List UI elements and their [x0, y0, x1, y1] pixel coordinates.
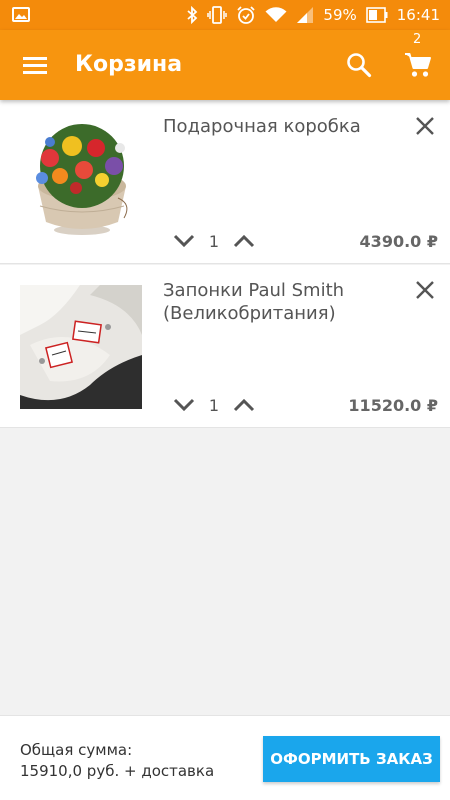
cufflinks-photo: [20, 285, 142, 409]
alarm-icon: [236, 5, 256, 25]
app-bar: Корзина 2: [0, 30, 450, 100]
signal-icon: [296, 7, 314, 23]
quantity-stepper: 1: [172, 395, 256, 415]
decrease-quantity-button[interactable]: [172, 395, 196, 415]
page-title: Корзина: [75, 52, 183, 77]
checkout-button[interactable]: ОФОРМИТЬ ЗАКАЗ: [263, 736, 440, 782]
increase-quantity-button[interactable]: [232, 395, 256, 415]
status-bar: 59% 16:41: [0, 0, 450, 30]
quantity-value: 1: [208, 395, 220, 415]
item-name: Запонки Paul Smith (Великобритания): [163, 280, 345, 324]
search-icon[interactable]: [346, 52, 372, 78]
item-price: 4390.0 ₽: [359, 232, 438, 251]
increase-quantity-button[interactable]: [232, 231, 256, 251]
flower-box-photo: [20, 118, 142, 242]
battery-icon: [365, 7, 388, 23]
bluetooth-icon: [186, 6, 198, 24]
wifi-icon: [265, 7, 287, 23]
decrease-quantity-button[interactable]: [172, 231, 196, 251]
remove-item-icon[interactable]: [414, 115, 436, 137]
total-value: 15910,0 руб. + доставка: [20, 762, 215, 780]
quantity-stepper: 1: [172, 231, 256, 251]
cart-item: Запонки Paul Smith (Великобритания) 1 11…: [0, 265, 450, 428]
remove-item-icon[interactable]: [414, 279, 436, 301]
quantity-value: 1: [208, 231, 220, 251]
total-label: Общая сумма:: [20, 741, 133, 759]
cart-icon[interactable]: [404, 51, 432, 79]
battery-percent: 59%: [323, 6, 357, 24]
item-name: Подарочная коробка: [163, 116, 361, 137]
clock: 16:41: [396, 6, 440, 24]
menu-icon[interactable]: [22, 54, 48, 76]
cart-count-badge: 2: [413, 32, 422, 47]
image-icon: [12, 7, 30, 22]
order-footer: Общая сумма: 15910,0 руб. + доставка ОФО…: [0, 715, 450, 800]
cart-item: Подарочная коробка 1 4390.0 ₽: [0, 100, 450, 264]
vibrate-icon: [207, 6, 228, 24]
item-price: 11520.0 ₽: [348, 396, 438, 415]
